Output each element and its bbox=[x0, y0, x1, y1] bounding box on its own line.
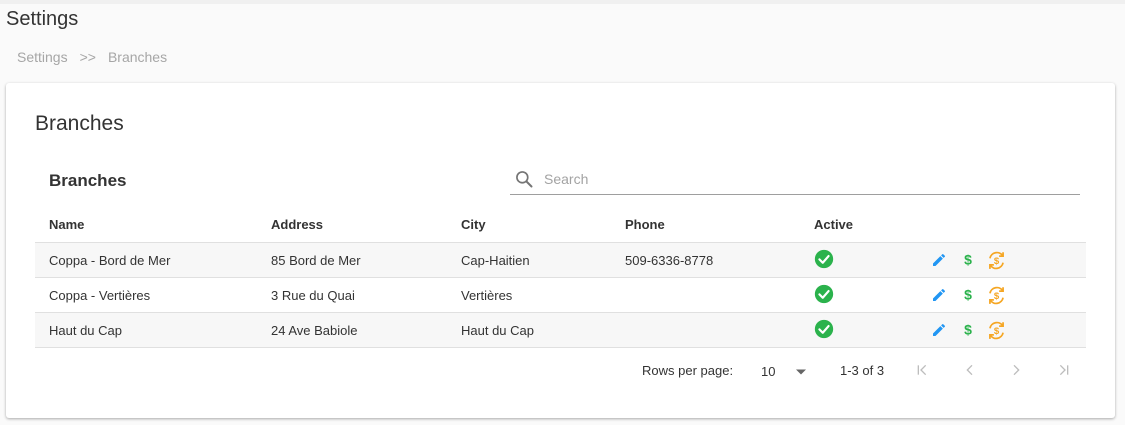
row-actions: $ $ bbox=[928, 285, 1007, 306]
column-header-active[interactable]: Active bbox=[814, 217, 928, 232]
breadcrumb: Settings >> Branches bbox=[17, 49, 167, 65]
last-page-icon[interactable] bbox=[1051, 358, 1075, 382]
currency-exchange-icon[interactable]: $ bbox=[986, 320, 1007, 341]
pagination-range: 1-3 of 3 bbox=[840, 363, 885, 378]
breadcrumb-item-branches: Branches bbox=[107, 49, 168, 65]
cell-name: Haut du Cap bbox=[49, 322, 122, 338]
first-page-icon[interactable] bbox=[911, 358, 935, 382]
currency-exchange-icon[interactable]: $ bbox=[986, 285, 1007, 306]
dropdown-arrow-icon bbox=[795, 364, 807, 379]
cell-active bbox=[814, 249, 928, 272]
search-icon bbox=[512, 167, 536, 191]
row-actions: $ $ bbox=[928, 250, 1007, 271]
table-row: Coppa - Vertières 3 Rue du Quai Vertière… bbox=[35, 278, 1086, 313]
svg-text:$: $ bbox=[994, 326, 1000, 337]
cell-name: Coppa - Vertières bbox=[49, 287, 151, 303]
cell-address: 85 Bord de Mer bbox=[271, 252, 361, 268]
column-header-name[interactable]: Name bbox=[35, 217, 271, 232]
svg-text:$: $ bbox=[964, 252, 972, 268]
rows-per-page-value: 10 bbox=[761, 363, 776, 379]
page-title: Settings bbox=[6, 8, 79, 30]
cell-active bbox=[814, 284, 928, 307]
branches-table: Name Address City Phone Active Coppa - B… bbox=[35, 207, 1086, 348]
svg-text:$: $ bbox=[994, 291, 1000, 302]
column-header-address[interactable]: Address bbox=[271, 217, 461, 232]
edit-icon[interactable] bbox=[928, 285, 949, 306]
card-title: Branches bbox=[35, 112, 124, 135]
dollar-icon[interactable]: $ bbox=[957, 250, 978, 271]
branches-card: Branches Branches Name Address City Phon… bbox=[6, 83, 1115, 418]
table-row: Coppa - Bord de Mer 85 Bord de Mer Cap-H… bbox=[35, 243, 1086, 278]
breadcrumb-item-settings[interactable]: Settings bbox=[17, 49, 68, 65]
table-header-row: Name Address City Phone Active bbox=[35, 207, 1086, 243]
cell-city: Cap-Haitien bbox=[461, 252, 530, 268]
check-circle-icon bbox=[814, 319, 834, 342]
table-title: Branches bbox=[49, 171, 127, 190]
cell-phone: 509-6336-8778 bbox=[625, 252, 714, 268]
cell-address: 24 Ave Babiole bbox=[271, 322, 358, 338]
prev-page-icon[interactable] bbox=[958, 358, 982, 382]
svg-text:$: $ bbox=[994, 256, 1000, 267]
next-page-icon[interactable] bbox=[1004, 358, 1028, 382]
cell-city: Vertières bbox=[461, 287, 513, 303]
rows-per-page-label: Rows per page: bbox=[642, 363, 734, 378]
cell-active bbox=[814, 319, 928, 342]
table-row: Haut du Cap 24 Ave Babiole Haut du Cap $… bbox=[35, 313, 1086, 348]
search-bar bbox=[510, 164, 1080, 195]
column-header-phone[interactable]: Phone bbox=[625, 217, 814, 232]
breadcrumb-separator: >> bbox=[79, 49, 96, 65]
table-pagination: Rows per page: 10 1-3 of 3 bbox=[35, 358, 1086, 382]
svg-text:$: $ bbox=[964, 322, 972, 338]
dollar-icon[interactable]: $ bbox=[957, 285, 978, 306]
search-input[interactable] bbox=[544, 171, 1044, 187]
check-circle-icon bbox=[814, 284, 834, 307]
column-header-city[interactable]: City bbox=[461, 217, 625, 232]
edit-icon[interactable] bbox=[928, 250, 949, 271]
edit-icon[interactable] bbox=[928, 320, 949, 341]
svg-text:$: $ bbox=[964, 287, 972, 303]
cell-address: 3 Rue du Quai bbox=[271, 287, 355, 303]
cell-city: Haut du Cap bbox=[461, 322, 534, 338]
check-circle-icon bbox=[814, 249, 834, 272]
currency-exchange-icon[interactable]: $ bbox=[986, 250, 1007, 271]
dollar-icon[interactable]: $ bbox=[957, 320, 978, 341]
cell-name: Coppa - Bord de Mer bbox=[49, 252, 171, 268]
rows-per-page-select[interactable]: 10 bbox=[761, 363, 807, 379]
row-actions: $ $ bbox=[928, 320, 1007, 341]
top-strip bbox=[0, 0, 1125, 4]
